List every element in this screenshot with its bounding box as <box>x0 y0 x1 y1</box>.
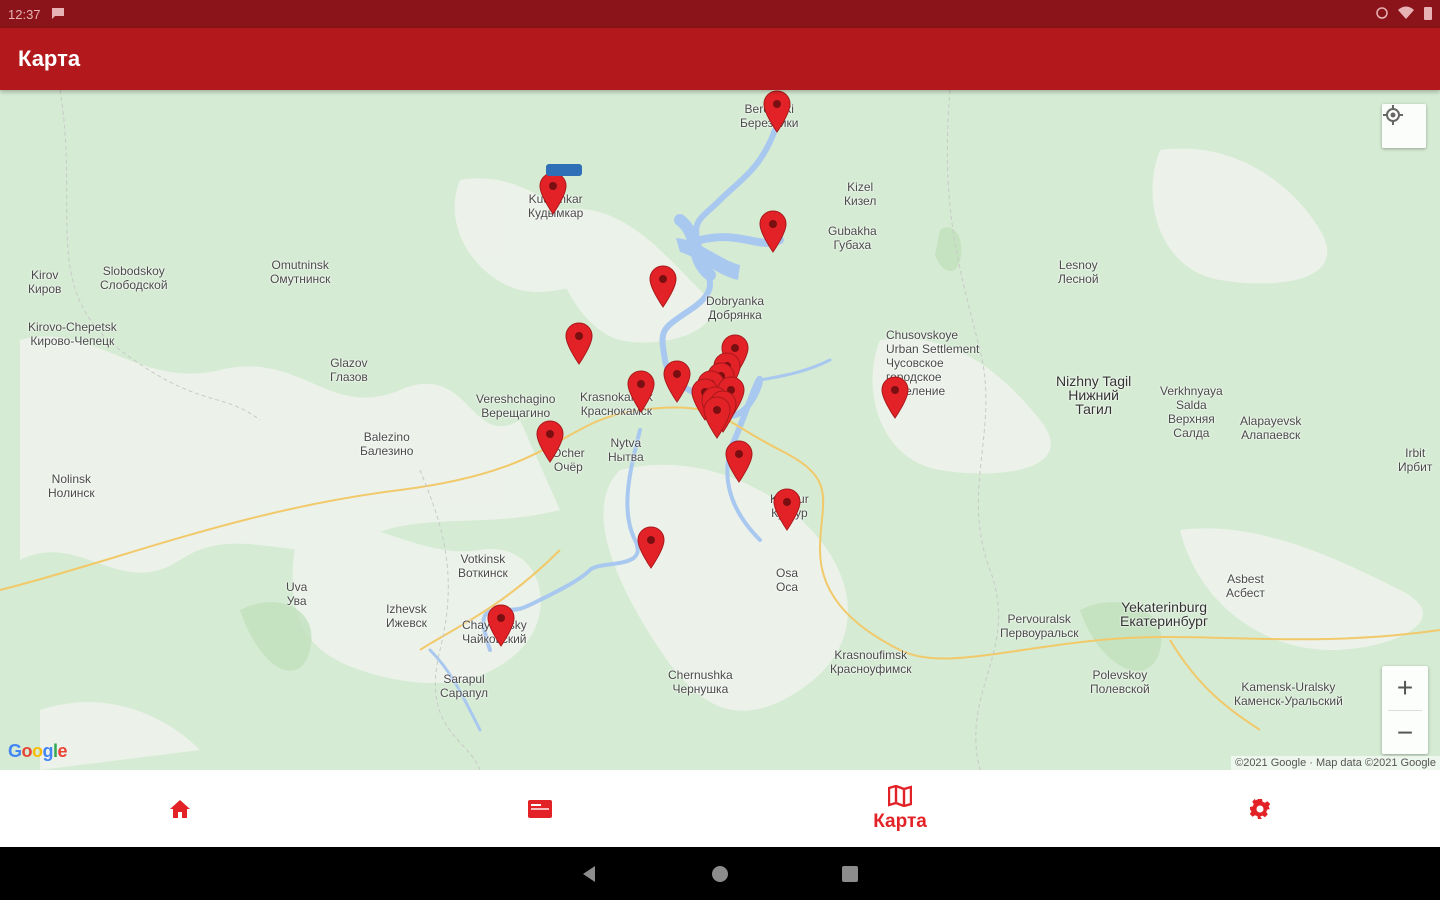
zoom-in-button[interactable]: + <box>1382 666 1428 710</box>
map-marker[interactable] <box>724 440 754 484</box>
gear-icon <box>1249 798 1271 819</box>
city-label-gubakha: Gubakha Губаха <box>828 224 877 252</box>
status-time: 12:37 <box>8 6 41 22</box>
nav-item-map[interactable]: Карта <box>720 770 1080 847</box>
city-label-nizhny-tagil: Nizhny Tagil Нижний Тагил <box>1056 373 1132 417</box>
city-label-chernushka: Chernushka Чернушка <box>668 668 733 696</box>
wifi-icon <box>1398 6 1414 23</box>
page-title: Карта <box>18 46 81 71</box>
map-marker[interactable] <box>538 172 568 216</box>
city-label-nolinsk: Nolinsk Нолинск <box>48 472 95 500</box>
map-icon <box>888 784 912 807</box>
map-marker[interactable] <box>758 210 788 254</box>
city-label-kirov: Kirov Киров <box>28 268 62 296</box>
city-label-vereshchagino: Vereshchagino Верещагино <box>476 392 556 420</box>
city-label-dobryanka: Dobryanka Добрянка <box>706 294 765 322</box>
map-marker[interactable] <box>648 265 678 309</box>
city-label-glazov: Glazov Глазов <box>330 356 368 384</box>
bottom-navigation: Карта <box>0 770 1440 847</box>
map-view[interactable]: BereznikiБерезники KudymkarКудымкар Kiro… <box>0 90 1440 770</box>
nav-item-news[interactable] <box>360 770 720 847</box>
city-label-votkinsk: Votkinsk Воткинск <box>458 552 508 580</box>
city-label-nytva: Nytva Нытва <box>608 436 644 464</box>
city-label-izhevsk: Izhevsk Ижевск <box>386 602 427 630</box>
city-label-sarapul: Sarapul Сарапул <box>440 672 489 700</box>
city-label-irbit: Irbit Ирбит <box>1398 446 1433 474</box>
city-label-kirovo-chepetsk: Kirovo-Chepetsk Кирово-Чепецк <box>28 320 117 348</box>
app-bar: Карта <box>0 28 1440 90</box>
status-bar: 12:37 <box>0 0 1440 28</box>
city-label-krasnoufimsk: Krasnoufimsk Красноуфимск <box>830 648 912 676</box>
alarm-icon <box>1376 6 1388 23</box>
zoom-controls: + − <box>1382 666 1428 754</box>
map-marker[interactable] <box>880 376 910 420</box>
map-attribution[interactable]: ©2021 Google · Map data ©2021 Google <box>1231 756 1440 770</box>
city-label-polevskoy: Polevskoy Полевской <box>1090 668 1150 696</box>
map-marker[interactable] <box>636 526 666 570</box>
city-label-kamensk: Kamensk-Uralsky Каменск-Уральский <box>1234 680 1343 708</box>
back-icon[interactable] <box>580 864 600 884</box>
city-label-slobodskoy: Slobodskoy Слободской <box>100 264 168 292</box>
my-location-button[interactable] <box>1382 104 1426 148</box>
city-label-kizel: Kizel Кизел <box>844 180 877 208</box>
city-label-lesnoy: Lesnoy Лесной <box>1058 258 1099 286</box>
city-label-uva: Uva Ува <box>286 580 308 608</box>
map-marker[interactable] <box>486 604 516 648</box>
city-label-omutninsk: Omutninsk Омутнинск <box>270 258 331 286</box>
map-marker[interactable] <box>772 488 802 532</box>
card-icon <box>528 799 552 818</box>
city-label-verkhnyaya-salda: Verkhnyaya Salda Верхняя Салда <box>1160 384 1223 440</box>
recents-icon[interactable] <box>840 864 860 884</box>
crosshair-icon <box>1383 105 1403 125</box>
map-marker[interactable] <box>626 370 656 414</box>
home-button-icon[interactable] <box>710 864 730 884</box>
battery-icon <box>1424 6 1432 23</box>
city-label-balezino: Balezino Балезино <box>360 430 414 458</box>
map-marker[interactable] <box>702 396 732 440</box>
zoom-out-button[interactable]: − <box>1382 711 1428 755</box>
google-logo: Google <box>8 741 68 761</box>
city-label-asbest: Asbest Асбест <box>1226 572 1265 600</box>
city-label-alapaevsk: Alapayevsk Алапаевск <box>1240 414 1302 442</box>
map-marker[interactable] <box>564 322 594 366</box>
nav-item-settings[interactable] <box>1080 770 1440 847</box>
message-icon <box>51 6 65 23</box>
map-marker[interactable] <box>662 360 692 404</box>
home-icon <box>170 799 190 818</box>
city-label-yekaterinburg: Yekaterinburg Екатеринбург <box>1120 599 1209 629</box>
map-cluster-badge <box>546 164 582 176</box>
map-marker[interactable] <box>535 420 565 464</box>
system-navigation-bar <box>0 847 1440 900</box>
nav-item-home[interactable] <box>0 770 360 847</box>
city-label-pervouralsk: Pervouralsk Первоуральск <box>1000 612 1079 640</box>
city-label-osa: Osa Оса <box>776 566 799 594</box>
nav-item-map-label: Карта <box>873 810 927 832</box>
map-marker[interactable] <box>762 90 792 134</box>
